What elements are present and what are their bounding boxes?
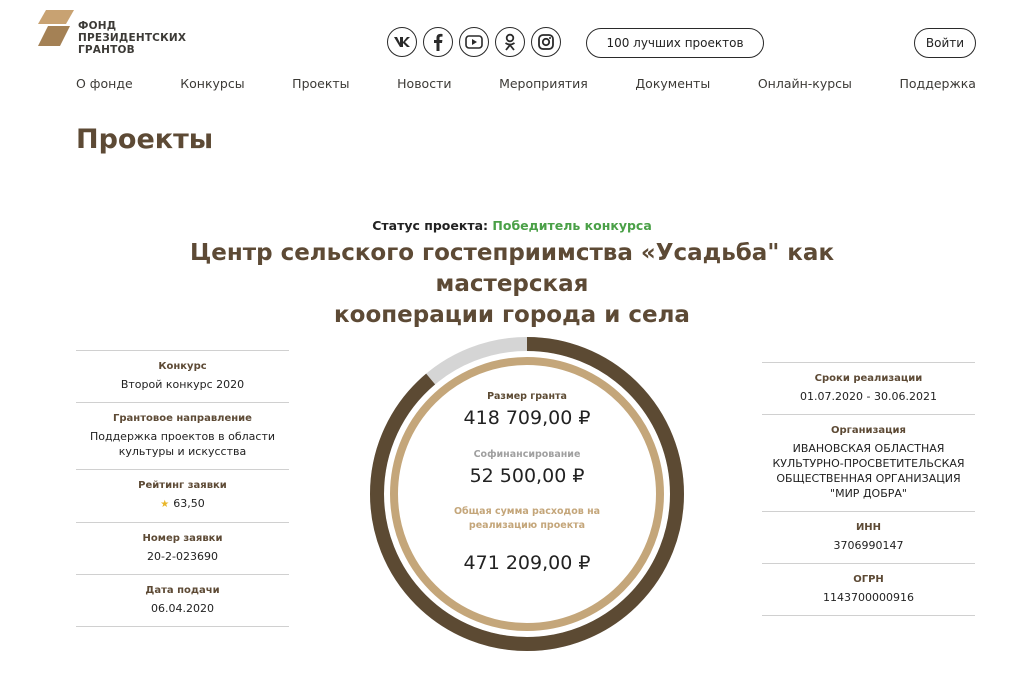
nav-item-news[interactable]: Новости <box>397 76 451 91</box>
logo[interactable]: ФОНД ПРЕЗИДЕНТСКИХ ГРАНТОВ <box>36 8 186 60</box>
info-label: Организация <box>831 425 906 436</box>
logo-mark-icon <box>38 10 74 46</box>
odnoklassniki-icon <box>505 33 515 51</box>
info-label: ИНН <box>855 522 882 533</box>
youtube-link[interactable] <box>459 27 489 57</box>
top-100-projects-button[interactable]: 100 лучших проектов <box>586 28 764 58</box>
cofinancing-value: 52 500,00 ₽ <box>469 465 585 487</box>
info-value-row: ★ 63,50 <box>80 496 285 512</box>
nav-item-documents[interactable]: Документы <box>635 76 710 91</box>
info-application-number: Номер заявки 20-2-023690 <box>76 522 289 574</box>
nav-item-online-courses[interactable]: Онлайн-курсы <box>758 76 852 91</box>
nav-item-contests[interactable]: Конкурсы <box>180 76 244 91</box>
info-label: Конкурс <box>158 361 207 372</box>
info-rating: Рейтинг заявки ★ 63,50 <box>76 469 289 522</box>
nav-item-projects[interactable]: Проекты <box>292 76 349 91</box>
grant-arc <box>370 337 684 651</box>
logo-line-3: ГРАНТОВ <box>78 44 135 56</box>
nav-item-events[interactable]: Мероприятия <box>499 76 588 91</box>
nav-item-about[interactable]: О фонде <box>76 76 133 91</box>
instagram-icon <box>538 34 554 50</box>
info-label: Номер заявки <box>142 533 223 544</box>
grant-value: 418 709,00 ₽ <box>463 407 591 429</box>
social-links <box>387 27 561 57</box>
info-value: 3706990147 <box>833 539 904 552</box>
star-icon: ★ <box>160 499 170 510</box>
status-label: Статус проекта: <box>372 218 489 233</box>
info-value: 06.04.2020 <box>151 602 214 615</box>
info-ogrn: ОГРН 1143700000916 <box>762 563 975 616</box>
info-value: 01.07.2020 - 30.06.2021 <box>800 390 937 403</box>
cofinancing-label: Софинансирование <box>473 449 581 460</box>
nav-item-support[interactable]: Поддержка <box>900 76 976 91</box>
instagram-link[interactable] <box>531 27 561 57</box>
info-organization: Организация ИВАНОВСКАЯ ОБЛАСТНАЯ КУЛЬТУР… <box>762 414 975 511</box>
info-submission-date: Дата подачи 06.04.2020 <box>76 574 289 627</box>
vk-icon <box>394 37 410 47</box>
info-grant-direction: Грантовое направление Поддержка проектов… <box>76 402 289 469</box>
project-title-line-2: кооперации города и села <box>334 302 690 328</box>
info-label: Рейтинг заявки <box>138 480 227 491</box>
info-inn: ИНН 3706990147 <box>762 511 975 563</box>
rating-value: 63,50 <box>173 497 205 510</box>
status-value: Победитель конкурса <box>492 218 652 233</box>
main-nav: О фонде Конкурсы Проекты Новости Меропри… <box>76 76 976 91</box>
facebook-link[interactable] <box>423 27 453 57</box>
project-title-line-1: Центр сельского гостеприимства «Усадьба"… <box>189 240 835 297</box>
project-status: Статус проекта: Победитель конкурса <box>0 218 1024 233</box>
facebook-icon <box>434 33 443 51</box>
info-label: ОГРН <box>853 574 884 585</box>
info-implementation-period: Сроки реализации 01.07.2020 - 30.06.2021 <box>762 362 975 414</box>
info-value: Поддержка проектов в области культуры и … <box>89 430 276 458</box>
info-contest: Конкурс Второй конкурс 2020 <box>76 350 289 402</box>
finance-ring: Размер гранта 418 709,00 ₽ Софинансирова… <box>370 337 684 651</box>
info-value: 20-2-023690 <box>147 550 218 563</box>
info-value: 1143700000916 <box>823 591 914 604</box>
odnoklassniki-link[interactable] <box>495 27 525 57</box>
page-title: Проекты <box>76 124 214 155</box>
info-label: Сроки реализации <box>814 373 923 384</box>
total-label: Общая сумма расходов на реализацию проек… <box>453 506 601 531</box>
grant-label: Размер гранта <box>487 391 567 402</box>
info-value: ИВАНОВСКАЯ ОБЛАСТНАЯ КУЛЬТУРНО-ПРОСВЕТИТ… <box>772 442 965 500</box>
vk-link[interactable] <box>387 27 417 57</box>
login-button[interactable]: Войти <box>914 28 976 58</box>
info-label: Дата подачи <box>145 585 220 596</box>
logo-line-1: ФОНД <box>78 20 117 32</box>
total-value: 471 209,00 ₽ <box>463 552 591 574</box>
logo-line-2: ПРЕЗИДЕНТСКИХ <box>78 32 187 44</box>
project-title: Центр сельского гостеприимства «Усадьба"… <box>112 238 912 331</box>
project-info-right: Сроки реализации 01.07.2020 - 30.06.2021… <box>762 362 975 616</box>
info-value: Второй конкурс 2020 <box>120 378 245 391</box>
logo-text: ФОНД ПРЕЗИДЕНТСКИХ ГРАНТОВ <box>78 20 186 56</box>
info-label: Грантовое направление <box>113 413 252 424</box>
finance-ring-graphic <box>370 337 684 651</box>
youtube-icon <box>465 35 483 49</box>
project-info-left: Конкурс Второй конкурс 2020 Грантовое на… <box>76 350 289 627</box>
